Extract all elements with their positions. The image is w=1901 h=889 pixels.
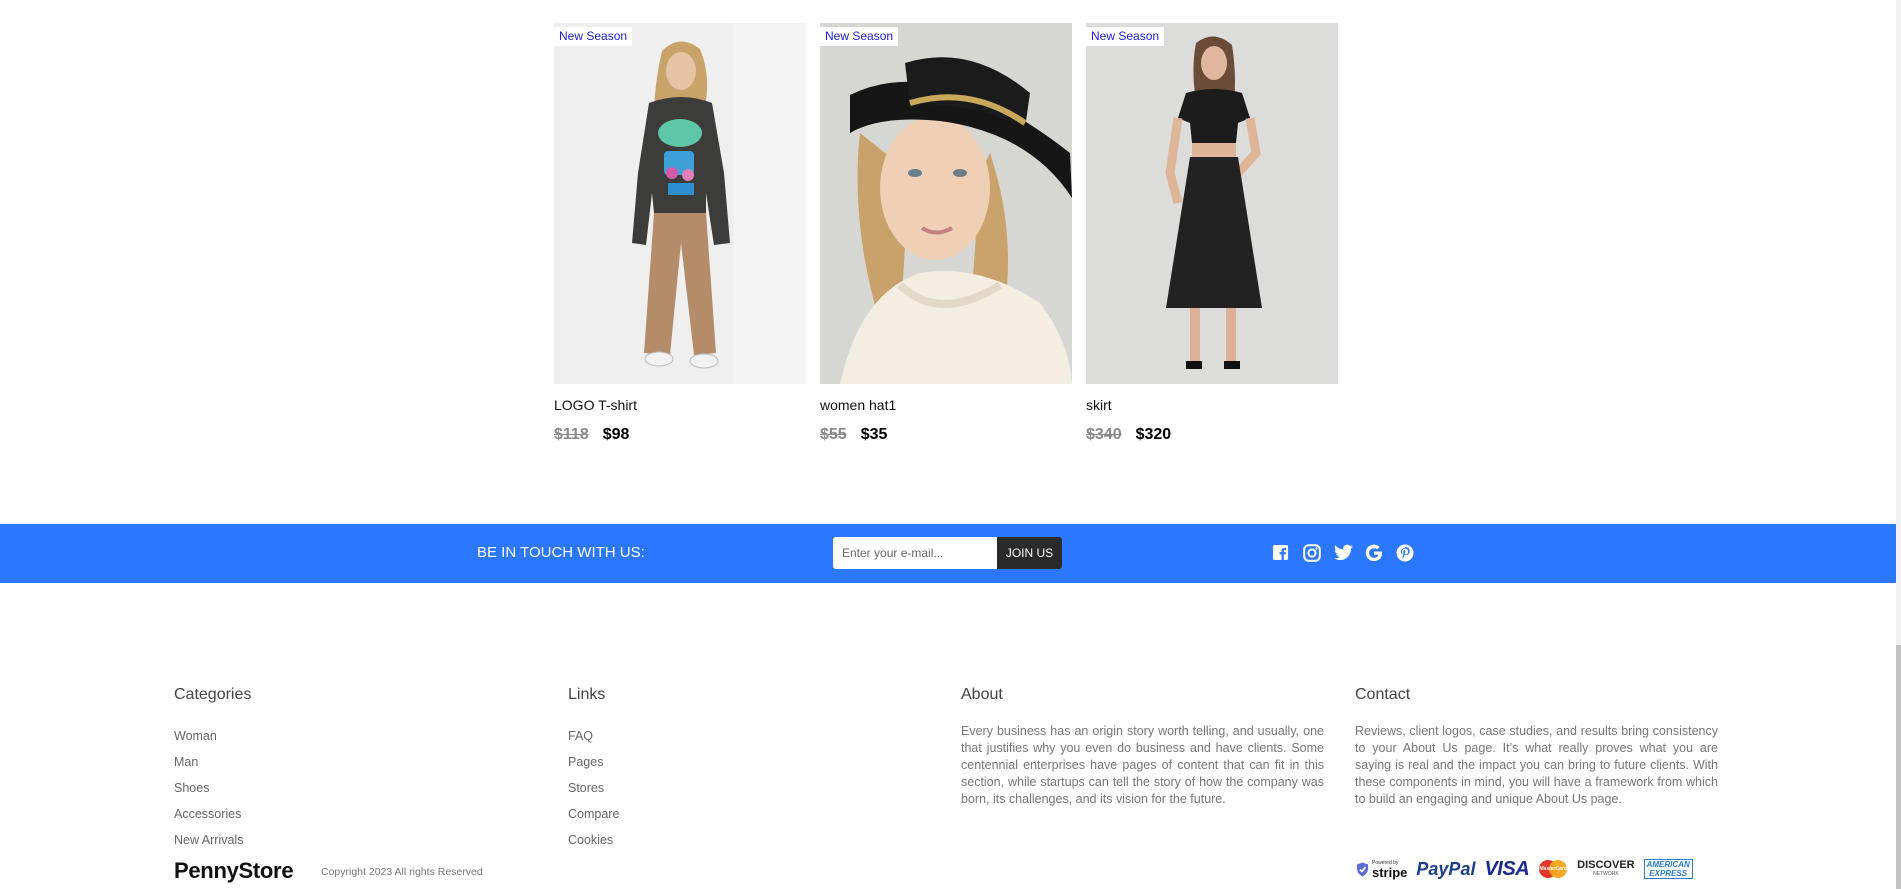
amex-bottom: EXPRESS [1649, 869, 1688, 878]
product-prices: $55 $35 [820, 425, 1072, 445]
footer-categories: Categories Woman Man Shoes Accessories N… [174, 685, 251, 853]
scrollbar-thumb[interactable] [1896, 645, 1901, 889]
product-grid: New Season LOGO T-shirt $118 $98 New Sea… [554, 23, 1338, 445]
discover-logo: DISCOVER NETWORK [1577, 860, 1634, 878]
product-photo [554, 23, 806, 384]
product-photo [820, 23, 1072, 384]
social-links [1272, 544, 1415, 563]
footer-link-accessories[interactable]: Accessories [174, 801, 251, 827]
footer-link-new-arrivals[interactable]: New Arrivals [174, 827, 251, 853]
footer-link-man[interactable]: Man [174, 749, 251, 775]
product-prices: $118 $98 [554, 425, 806, 445]
product-image-women-hat[interactable]: New Season [820, 23, 1072, 384]
copyright-text: Copyright 2023 All rights Reserved [321, 866, 483, 878]
current-price: $98 [602, 426, 630, 443]
google-icon[interactable] [1365, 544, 1384, 563]
twitter-icon[interactable] [1334, 544, 1353, 563]
amex-top: AMERICAN [1646, 860, 1690, 869]
shield-icon [1357, 862, 1368, 876]
paypal-logo: PayPal [1416, 859, 1476, 879]
payment-methods: Powered by stripe PayPal VISA MasterCard… [1356, 858, 1693, 880]
contact-text: Reviews, client logos, case studies, and… [1355, 724, 1718, 806]
product-image-logo-tshirt[interactable]: New Season [554, 23, 806, 384]
discover-label: DISCOVER [1577, 859, 1635, 871]
mastercard-label: MasterCard [1539, 866, 1567, 872]
stripe-logo: Powered by stripe [1356, 859, 1407, 879]
footer-about: About Every business has an origin story… [961, 685, 1324, 808]
new-season-badge: New Season [554, 27, 633, 46]
product-prices: $340 $320 [1086, 425, 1338, 445]
about-text: Every business has an origin story worth… [961, 724, 1324, 806]
stripe-label: stripe [1372, 865, 1408, 880]
current-price: $320 [1135, 426, 1172, 443]
footer-link-cookies[interactable]: Cookies [568, 827, 619, 853]
footer-link-pages[interactable]: Pages [568, 749, 619, 775]
brand-logo[interactable]: PennyStore [174, 859, 294, 883]
email-input[interactable] [833, 537, 997, 569]
product-card[interactable]: New Season skirt $340 $320 [1086, 23, 1338, 445]
old-price: $340 [1086, 426, 1122, 443]
visa-logo: VISA [1484, 858, 1530, 880]
product-name[interactable]: LOGO T-shirt [554, 396, 806, 414]
product-card[interactable]: New Season LOGO T-shirt $118 $98 [554, 23, 806, 445]
footer-link-compare[interactable]: Compare [568, 801, 619, 827]
newsletter-bar: BE IN TOUCH WITH US: JOIN US [0, 524, 1896, 583]
old-price: $118 [554, 426, 589, 443]
old-price: $55 [820, 426, 847, 443]
current-price: $35 [860, 426, 888, 443]
product-card[interactable]: New Season women hat1 $55 $35 [820, 23, 1072, 445]
footer-contact: Contact Reviews, client logos, case stud… [1355, 685, 1718, 808]
product-image-skirt[interactable]: New Season [1086, 23, 1338, 384]
footer-links: Links FAQ Pages Stores Compare Cookies [568, 685, 619, 853]
categories-heading: Categories [174, 686, 252, 703]
footer-link-shoes[interactable]: Shoes [174, 775, 251, 801]
newsletter-title: BE IN TOUCH WITH US: [477, 544, 645, 561]
product-name[interactable]: women hat1 [820, 396, 1072, 414]
product-name[interactable]: skirt [1086, 396, 1338, 414]
footer-link-stores[interactable]: Stores [568, 775, 619, 801]
product-photo [1086, 23, 1338, 384]
links-heading: Links [568, 686, 606, 703]
amex-logo: AMERICAN EXPRESS [1643, 859, 1693, 879]
footer-link-faq[interactable]: FAQ [568, 723, 619, 749]
mastercard-logo: MasterCard [1538, 859, 1568, 879]
footer-link-woman[interactable]: Woman [174, 723, 251, 749]
discover-sub: NETWORK [1593, 871, 1619, 877]
join-us-button[interactable]: JOIN US [997, 537, 1062, 569]
new-season-badge: New Season [820, 27, 899, 46]
pinterest-icon[interactable] [1396, 544, 1415, 563]
new-season-badge: New Season [1086, 27, 1165, 46]
facebook-icon[interactable] [1272, 544, 1291, 563]
contact-heading: Contact [1355, 686, 1411, 703]
instagram-icon[interactable] [1303, 544, 1322, 563]
page-scrollbar[interactable] [1896, 0, 1901, 889]
about-heading: About [961, 686, 1003, 703]
